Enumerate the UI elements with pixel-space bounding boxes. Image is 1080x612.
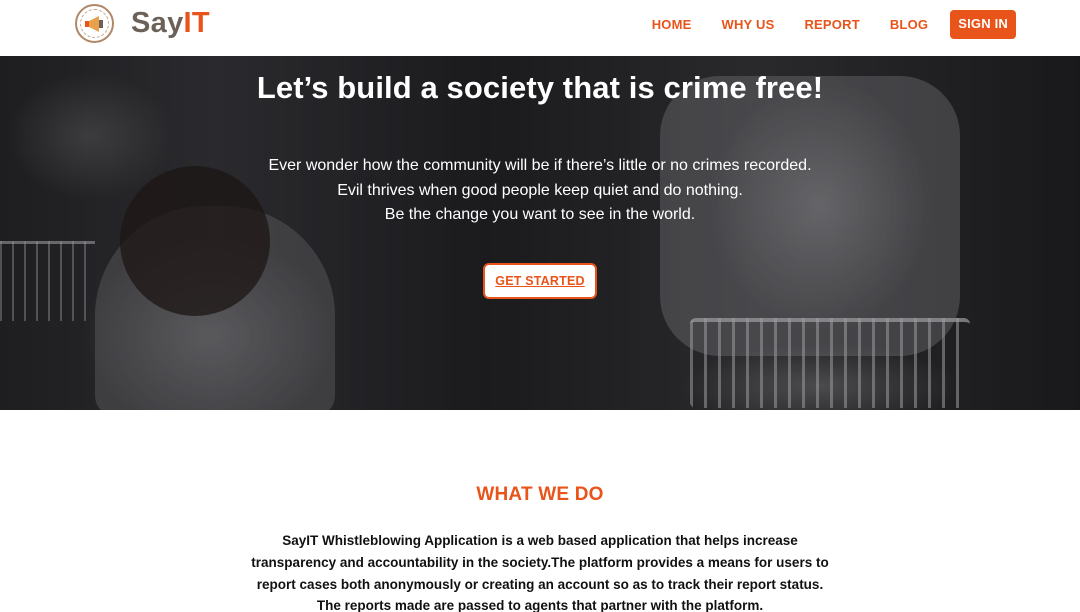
description-line: SayIT Whistleblowing Application is a we…	[282, 533, 798, 548]
hero-line: Ever wonder how the community will be if…	[268, 157, 812, 174]
brand-name-say: Say	[131, 7, 184, 39]
hero-banner: Let’s build a society that is crime free…	[0, 56, 1080, 410]
site-header: SayIT HOME WHY US REPORT BLOG SIGN IN	[0, 0, 1080, 56]
sign-in-button[interactable]: SIGN IN	[950, 10, 1016, 39]
brand-name-it: IT	[183, 7, 210, 39]
nav-home[interactable]: HOME	[652, 17, 692, 32]
get-started-button[interactable]: GET STARTED	[483, 263, 597, 299]
brand-logo[interactable]: SayIT	[75, 4, 210, 43]
megaphone-logo-icon	[75, 4, 114, 43]
brand-name: SayIT	[131, 9, 210, 38]
what-we-do-title: WHAT WE DO	[476, 484, 604, 505]
description-line: transparency and accountability in the s…	[251, 554, 829, 570]
hero-line: Be the change you want to see in the wor…	[384, 206, 696, 223]
nav-blog[interactable]: BLOG	[890, 17, 928, 32]
hero-subtitle: Ever wonder how the community will be if…	[0, 154, 1080, 228]
hero-overlay	[0, 56, 1080, 410]
main-nav: HOME WHY US REPORT BLOG SIGN IN	[652, 10, 1016, 39]
hero-line: Evil thrives when good people keep quiet…	[337, 181, 743, 199]
nav-report[interactable]: REPORT	[804, 17, 859, 32]
description-line: The reports made are passed to agents th…	[316, 598, 764, 612]
hero-title: Let’s build a society that is crime free…	[256, 70, 824, 105]
nav-why-us[interactable]: WHY US	[722, 17, 775, 32]
what-we-do-description: SayIT Whistleblowing Application is a we…	[0, 530, 1080, 612]
description-line: report cases both anonymously or creatin…	[256, 576, 824, 592]
